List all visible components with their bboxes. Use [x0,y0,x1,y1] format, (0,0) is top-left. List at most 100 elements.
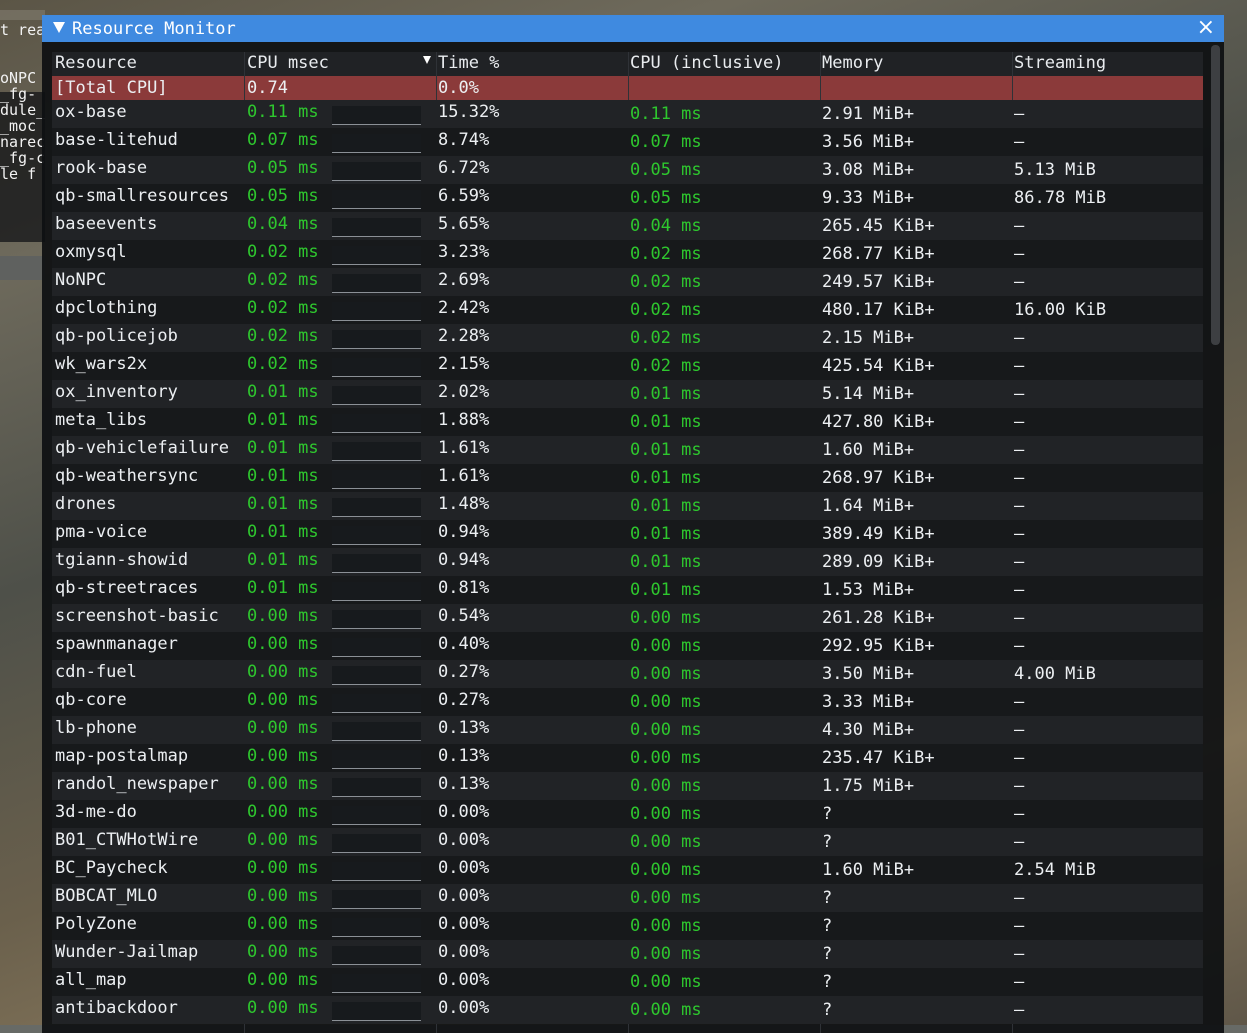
scrollbar-thumb[interactable] [1211,45,1220,345]
table-row[interactable]: oxmysql 0.02 ms 3.23% 0.02 ms 268.77 KiB+ – [52,240,1203,268]
memory: ? [822,1000,833,1020]
table-row[interactable]: cdn-fuel 0.00 ms 0.27% 0.00 ms 3.50 MiB+ 4.00… [52,660,1203,688]
resource-name: drones [55,494,117,514]
streaming: – [1014,524,1025,544]
table-row[interactable]: dpclothing 0.02 ms 2.42% 0.02 ms 480.17 KiB+… [52,296,1203,324]
table-row[interactable]: tgiann-showid 0.01 ms 0.94% 0.01 ms 289.09 K… [52,548,1203,576]
time-percent: 0.54% [438,606,490,626]
memory: 1.53 MiB+ [822,580,915,600]
cpu-sparkline [332,134,421,153]
resource-name: BC_Paycheck [55,858,168,878]
table-row[interactable]: map-postalmap 0.00 ms 0.13% 0.00 ms 235.47 K… [52,744,1203,772]
cpu-inclusive: 0.05 ms [630,188,702,208]
time-percent: 0.94% [438,550,490,570]
table-row[interactable]: 3d-me-do 0.00 ms 0.00% 0.00 ms? – [52,800,1203,828]
table-row[interactable]: qb-smallresources 0.05 ms 6.59% 0.05 ms 9.33… [52,184,1203,212]
table-row[interactable]: NoNPC 0.02 ms 2.69% 0.02 ms 249.57 KiB+ – [52,268,1203,296]
cpu-sparkline [332,610,421,629]
header-cpu-inclusive[interactable]: CPU (inclusive) [630,53,784,73]
table-row[interactable]: wk_wars2x 0.02 ms 2.15% 0.02 ms 425.54 KiB+ – [52,352,1203,380]
resource-name: rook-base [55,158,148,178]
memory: ? [822,944,833,964]
cpu-inclusive: 0.00 ms [630,720,702,740]
table-row[interactable]: drones 0.01 ms 1.48% 0.01 ms 1.64 MiB+ – [52,492,1203,520]
table-row[interactable]: BC_Paycheck 0.00 ms 0.00% 0.00 ms 1.60 MiB+ 2… [52,856,1203,884]
memory: 265.45 KiB+ [822,216,935,236]
streaming: – [1014,888,1025,908]
resource-name: baseevents [55,214,158,234]
memory: 289.09 KiB+ [822,552,935,572]
cpu-msec: 0.02 ms [247,270,319,290]
cpu-msec: 0.00 ms [247,830,319,850]
time-percent: 0.00% [438,942,490,962]
table-row[interactable]: BOBCAT_MLO 0.00 ms 0.00% 0.00 ms? – [52,884,1203,912]
streaming: – [1014,104,1025,124]
streaming: – [1014,832,1025,852]
cpu-msec: 0.00 ms [247,662,319,682]
close-icon[interactable]: × [1197,16,1215,40]
table-row[interactable]: Wunder-Jailmap 0.00 ms 0.00% 0.00 ms? – [52,940,1203,968]
cpu-sparkline [332,162,421,181]
title-bar[interactable]: Resource Monitor × [42,15,1224,42]
table-row[interactable]: screenshot-basic 0.00 ms 0.54% 0.00 ms 261.2… [52,604,1203,632]
cpu-msec: 0.01 ms [247,578,319,598]
table-row[interactable]: qb-core 0.00 ms 0.27% 0.00 ms 3.33 MiB+ – [52,688,1203,716]
header-memory[interactable]: Memory [822,53,883,73]
cpu-msec: 0.01 ms [247,410,319,430]
streaming: – [1014,804,1025,824]
table-row[interactable]: base-litehud 0.07 ms 8.74% 0.07 ms 3.56 MiB+… [52,128,1203,156]
cpu-inclusive: 0.00 ms [630,916,702,936]
cpu-inclusive: 0.00 ms [630,888,702,908]
table-row[interactable]: qb-policejob 0.02 ms 2.28% 0.02 ms 2.15 MiB+… [52,324,1203,352]
cpu-inclusive: 0.07 ms [630,132,702,152]
header-streaming[interactable]: Streaming [1014,53,1106,73]
cpu-sparkline [332,1002,421,1021]
resource-name: all_map [55,970,127,990]
time-percent: 0.13% [438,746,490,766]
streaming: – [1014,692,1025,712]
table-row[interactable]: qb-weathersync 0.01 ms 1.61% 0.01 ms 268.97 … [52,464,1203,492]
resource-name: cdn-fuel [55,662,137,682]
memory: 389.49 KiB+ [822,524,935,544]
resource-monitor-window[interactable]: Resource Monitor × Resource CPU msec Tim… [42,15,1224,1033]
table-row[interactable]: ox-base 0.11 ms 15.32% 0.11 ms 2.91 MiB+ – [52,100,1203,128]
streaming: – [1014,468,1025,488]
table-row[interactable]: pma-voice 0.01 ms 0.94% 0.01 ms 389.49 KiB+ – [52,520,1203,548]
table-row[interactable]: qb-streetraces 0.01 ms 0.81% 0.01 ms 1.53 Mi… [52,576,1203,604]
cpu-msec: 0.00 ms [247,886,319,906]
table-row[interactable]: antibackdoor 0.00 ms 0.00% 0.00 ms? – [52,996,1203,1024]
table-row[interactable]: randol_newspaper 0.00 ms 0.13% 0.00 ms 1.75 … [52,772,1203,800]
table-row[interactable]: PolyZone 0.00 ms 0.00% 0.00 ms? – [52,912,1203,940]
table-row[interactable]: ox_inventory 0.01 ms 2.02% 0.01 ms 5.14 MiB+… [52,380,1203,408]
time-percent: 0.00% [438,998,490,1018]
cpu-sparkline [332,554,421,573]
time-percent: 0.00% [438,886,490,906]
memory: 2.91 MiB+ [822,104,915,124]
cpu-inclusive: 0.00 ms [630,608,702,628]
time-percent: 0.40% [438,634,490,654]
resource-name: antibackdoor [55,998,178,1018]
cpu-sparkline [332,582,421,601]
time-percent: 1.61% [438,438,490,458]
resource-name: qb-weathersync [55,466,199,486]
table-row[interactable]: qb-vehiclefailure 0.01 ms 1.61% 0.01 ms 1.60… [52,436,1203,464]
header-cpu-msec[interactable]: CPU msec [247,53,329,73]
table-row[interactable]: spawnmanager 0.00 ms 0.40% 0.00 ms 292.95 Ki… [52,632,1203,660]
header-resource[interactable]: Resource [55,53,137,73]
table-row[interactable]: baseevents 0.04 ms 5.65% 0.04 ms 265.45 KiB+… [52,212,1203,240]
table-row[interactable]: B01_CTWHotWire 0.00 ms 0.00% 0.00 ms? – [52,828,1203,856]
memory: 5.14 MiB+ [822,384,915,404]
cpu-inclusive: 0.01 ms [630,524,702,544]
table-row[interactable]: meta_libs 0.01 ms 1.88% 0.01 ms 427.80 KiB+ – [52,408,1203,436]
resource-name: qb-vehiclefailure [55,438,229,458]
streaming: 5.13 MiB [1014,160,1096,180]
time-percent: 0.13% [438,774,490,794]
cpu-msec: 0.01 ms [247,438,319,458]
collapse-triangle-icon[interactable] [53,22,65,33]
cpu-msec: 0.00 ms [247,942,319,962]
table-row[interactable]: all_map 0.00 ms 0.00% 0.00 ms? – [52,968,1203,996]
table-row[interactable]: rook-base 0.05 ms 6.72% 0.05 ms 3.08 MiB+ 5.1… [52,156,1203,184]
time-percent: 0.00% [438,830,490,850]
header-time-percent[interactable]: Time % [438,53,499,73]
table-row[interactable]: lb-phone 0.00 ms 0.13% 0.00 ms 4.30 MiB+ – [52,716,1203,744]
